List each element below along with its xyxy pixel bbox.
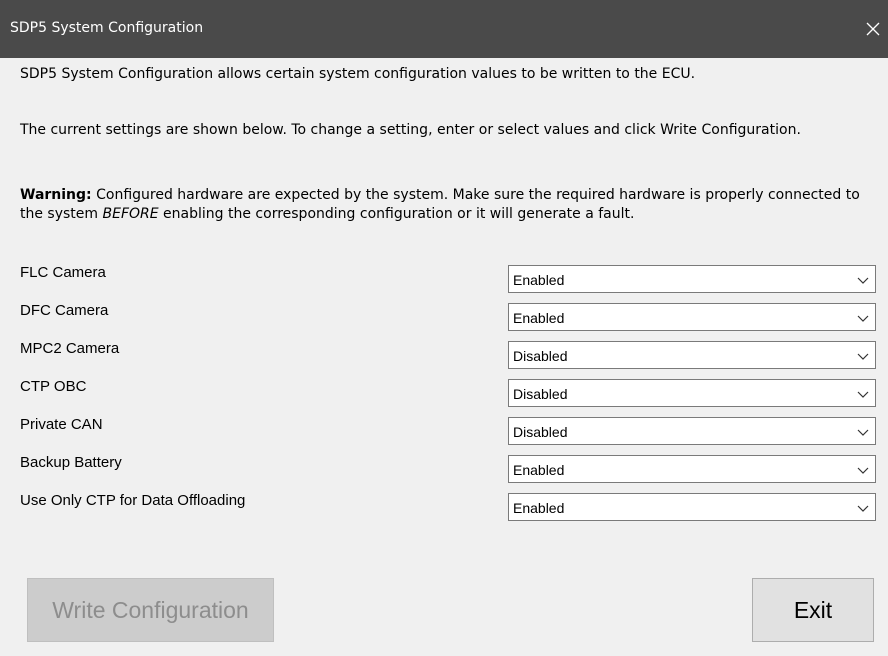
ctp-data-offloading-select[interactable]: Enabled (508, 493, 876, 521)
title-bar: SDP5 System Configuration (0, 0, 888, 58)
select-value: Enabled (513, 310, 565, 326)
config-window: SDP5 System Configuration SDP5 System Co… (0, 0, 888, 656)
select-value: Enabled (513, 462, 565, 478)
chevron-down-icon (857, 315, 869, 322)
private-can-select[interactable]: Disabled (508, 417, 876, 445)
instructions-paragraph: The current settings are shown below. To… (20, 122, 801, 138)
chevron-down-icon (857, 353, 869, 360)
window-title: SDP5 System Configuration (10, 20, 204, 36)
chevron-down-icon (857, 391, 869, 398)
close-button[interactable] (858, 8, 888, 50)
flc-camera-select[interactable]: Enabled (508, 265, 876, 293)
setting-label-mpc2-camera: MPC2 Camera (20, 340, 120, 357)
setting-label-flc-camera: FLC Camera (20, 264, 106, 281)
chevron-down-icon (857, 429, 869, 436)
select-value: Enabled (513, 500, 565, 516)
select-value: Disabled (513, 386, 568, 402)
chevron-down-icon (857, 467, 869, 474)
setting-label-dfc-camera: DFC Camera (20, 302, 109, 319)
close-icon (866, 22, 880, 36)
intro-paragraph: SDP5 System Configuration allows certain… (20, 66, 696, 82)
warning-paragraph: Warning: Configured hardware are expecte… (20, 186, 870, 224)
setting-label-backup-battery: Backup Battery (20, 454, 122, 471)
backup-battery-select[interactable]: Enabled (508, 455, 876, 483)
setting-label-ctp-obc: CTP OBC (20, 378, 87, 395)
mpc2-camera-select[interactable]: Disabled (508, 341, 876, 369)
warning-text-b: enabling the corresponding configuration… (158, 206, 635, 222)
select-value: Enabled (513, 272, 565, 288)
exit-button[interactable]: Exit (752, 578, 874, 642)
write-configuration-button[interactable]: Write Configuration (27, 578, 274, 642)
select-value: Disabled (513, 424, 568, 440)
chevron-down-icon (857, 505, 869, 512)
setting-label-private-can: Private CAN (20, 416, 103, 433)
warning-emphasis: BEFORE (102, 206, 159, 222)
select-value: Disabled (513, 348, 568, 364)
chevron-down-icon (857, 277, 869, 284)
ctp-obc-select[interactable]: Disabled (508, 379, 876, 407)
setting-label-ctp-data-offloading: Use Only CTP for Data Offloading (20, 492, 246, 509)
dfc-camera-select[interactable]: Enabled (508, 303, 876, 331)
warning-label: Warning: (20, 187, 92, 203)
